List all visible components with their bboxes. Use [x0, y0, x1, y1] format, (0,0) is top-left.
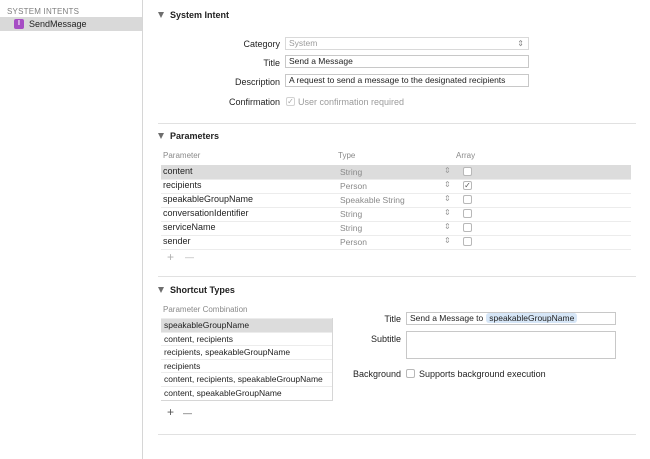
- parameter-row[interactable]: content String ⇕: [161, 165, 631, 179]
- parameter-name: content: [163, 166, 193, 176]
- parameter-type[interactable]: Person: [340, 237, 367, 247]
- disclosure-triangle-icon[interactable]: [158, 133, 164, 139]
- section-title: System Intent: [170, 10, 230, 20]
- disclosure-triangle-icon[interactable]: [158, 287, 164, 293]
- description-label: Description: [234, 77, 280, 87]
- confirmation-text: User confirmation required: [298, 97, 405, 107]
- parameter-name: speakableGroupName: [163, 194, 254, 204]
- parameter-combination-header: Parameter Combination: [163, 305, 248, 314]
- shortcut-title-prefix: Send a Message to: [410, 313, 484, 323]
- description-field[interactable]: A request to send a message to the desig…: [285, 74, 529, 87]
- sidebar-item-sendmessage[interactable]: I SendMessage: [0, 17, 142, 31]
- type-popup-arrows-icon[interactable]: ⇕: [444, 194, 451, 203]
- parameter-row[interactable]: speakableGroupName Speakable String ⇕: [161, 193, 631, 207]
- type-popup-arrows-icon[interactable]: ⇕: [444, 208, 451, 217]
- column-header-parameter[interactable]: Parameter: [163, 151, 200, 160]
- section-divider: [158, 276, 636, 277]
- array-checkbox[interactable]: ✓: [463, 181, 472, 190]
- parameter-type[interactable]: String: [340, 209, 362, 219]
- sidebar-header: SYSTEM INTENTS: [7, 7, 80, 16]
- section-divider: [158, 434, 636, 435]
- shortcut-types-section-header[interactable]: Shortcut Types: [158, 285, 235, 295]
- parameter-row[interactable]: sender Person ⇕: [161, 235, 631, 249]
- parameter-name: sender: [163, 236, 191, 246]
- type-popup-arrows-icon[interactable]: ⇕: [444, 222, 451, 231]
- parameter-type[interactable]: Speakable String: [340, 195, 405, 205]
- type-popup-arrows-icon[interactable]: ⇕: [444, 236, 451, 245]
- parameter-name: conversationIdentifier: [163, 208, 249, 218]
- add-parameter-button[interactable]: +: [167, 251, 174, 263]
- title-field[interactable]: Send a Message: [285, 55, 529, 68]
- background-label: Background: [352, 369, 401, 379]
- sidebar-item-label: SendMessage: [29, 19, 87, 29]
- parameter-row[interactable]: recipients Person ⇕ ✓: [161, 179, 631, 193]
- array-checkbox[interactable]: [463, 237, 472, 246]
- parameter-name: serviceName: [163, 222, 216, 232]
- subtitle-field[interactable]: [406, 331, 616, 359]
- type-popup-arrows-icon[interactable]: ⇕: [444, 180, 451, 189]
- shortcut-title-label: Title: [384, 314, 401, 324]
- system-intent-section-header[interactable]: System Intent: [158, 10, 229, 20]
- category-label: Category: [243, 39, 280, 49]
- column-header-array[interactable]: Array: [456, 151, 475, 160]
- category-popup[interactable]: System ⇕: [285, 37, 529, 50]
- remove-parameter-button[interactable]: —: [185, 251, 194, 263]
- parameter-combination-list[interactable]: speakableGroupName content, recipients r…: [161, 318, 333, 401]
- background-text: Supports background execution: [419, 369, 546, 379]
- parameter-name: recipients: [163, 180, 202, 190]
- parameter-type[interactable]: String: [340, 223, 362, 233]
- intent-icon: I: [14, 19, 24, 29]
- column-header-type[interactable]: Type: [338, 151, 355, 160]
- section-title: Parameters: [170, 131, 220, 141]
- intent-editor: System Intent Category System ⇕ Title Se…: [143, 0, 650, 459]
- category-value: System: [289, 38, 318, 48]
- parameters-section-header[interactable]: Parameters: [158, 131, 219, 141]
- add-combination-button[interactable]: +: [167, 406, 174, 418]
- array-checkbox[interactable]: [463, 223, 472, 232]
- background-checkbox[interactable]: [406, 369, 415, 378]
- array-checkbox[interactable]: [463, 209, 472, 218]
- parameter-row[interactable]: serviceName String ⇕: [161, 221, 631, 235]
- list-item[interactable]: recipients, speakableGroupName: [161, 345, 332, 359]
- list-item[interactable]: content, speakableGroupName: [161, 385, 332, 400]
- disclosure-triangle-icon[interactable]: [158, 12, 164, 18]
- parameter-type[interactable]: String: [340, 167, 362, 177]
- confirmation-checkbox[interactable]: ✓: [286, 97, 295, 106]
- sidebar: SYSTEM INTENTS I SendMessage: [0, 0, 143, 459]
- section-divider: [158, 123, 636, 124]
- array-checkbox[interactable]: [463, 167, 472, 176]
- title-label: Title: [263, 58, 280, 68]
- array-checkbox[interactable]: [463, 195, 472, 204]
- subtitle-label: Subtitle: [370, 334, 401, 344]
- row-separator: [161, 249, 631, 250]
- remove-combination-button[interactable]: —: [183, 407, 192, 419]
- section-title: Shortcut Types: [170, 285, 235, 295]
- popup-arrows-icon: ⇕: [517, 39, 524, 48]
- type-popup-arrows-icon[interactable]: ⇕: [444, 166, 451, 175]
- parameter-type[interactable]: Person: [340, 181, 367, 191]
- confirmation-label: Confirmation: [228, 97, 280, 107]
- parameter-row[interactable]: conversationIdentifier String ⇕: [161, 207, 631, 221]
- shortcut-title-field[interactable]: Send a Message to speakableGroupName: [406, 312, 616, 325]
- parameter-token[interactable]: speakableGroupName: [486, 313, 578, 323]
